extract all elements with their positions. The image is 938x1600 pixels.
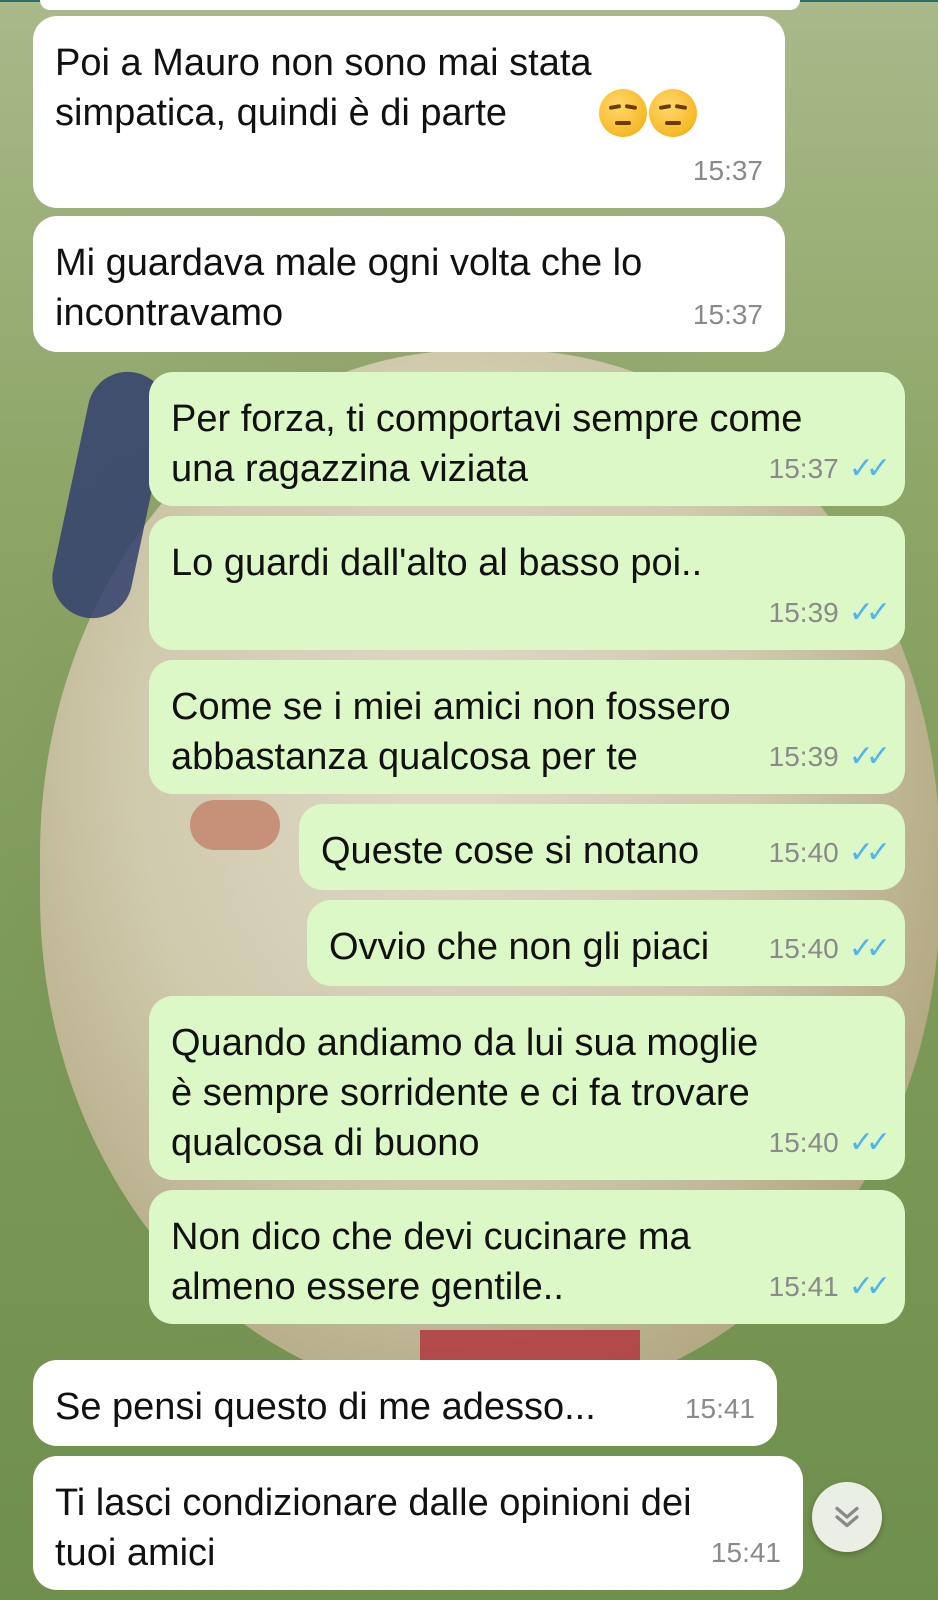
chevron-double-down-icon (835, 1506, 859, 1528)
message-bubble-incoming[interactable]: Se pensi questo di me adesso... 15:41 (33, 1360, 777, 1446)
read-receipt-icon: ✓✓ (848, 740, 891, 773)
message-bubble-outgoing[interactable]: Come se i miei amici non fossero abbasta… (149, 660, 905, 794)
message-meta: 15:39 ✓✓ (768, 732, 891, 782)
read-receipt-icon: ✓✓ (848, 452, 891, 485)
message-bubble-incoming[interactable]: Ti lasci condizionare dalle opinioni dei… (33, 1456, 803, 1590)
message-time: 15:37 (768, 453, 839, 484)
message-time: 15:40 (768, 837, 839, 868)
message-meta: 15:41 ✓✓ (768, 1262, 891, 1312)
message-meta: 15:37 (693, 146, 763, 196)
message-text: Ti lasci condizionare dalle opinioni dei… (55, 1482, 692, 1574)
message-meta: 15:39 ✓✓ (768, 588, 891, 638)
message-meta: 15:37 ✓✓ (768, 444, 891, 494)
previous-message-edge (0, 0, 938, 12)
message-time: 15:40 (768, 1127, 839, 1158)
message-text: Lo guardi dall'alto al basso poi.. (171, 542, 703, 584)
message-meta: 15:41 (685, 1384, 755, 1434)
message-bubble-outgoing[interactable]: Non dico che devi cucinare ma almeno ess… (149, 1190, 905, 1324)
read-receipt-icon: ✓✓ (848, 1270, 891, 1303)
message-meta: 15:40 ✓✓ (768, 924, 891, 974)
message-time: 15:37 (692, 299, 763, 330)
message-meta: 15:37 (693, 290, 763, 340)
message-text: Se pensi questo di me adesso... (55, 1386, 596, 1428)
message-meta: 15:40 ✓✓ (768, 1118, 891, 1168)
message-time: 15:37 (692, 155, 763, 186)
message-bubble-cutoff (40, 0, 800, 10)
emoji-group (597, 88, 697, 141)
message-bubble-incoming[interactable]: Poi a Mauro non sono mai stata simpatica… (33, 16, 785, 208)
message-bubble-outgoing[interactable]: Per forza, ti comportavi sempre come una… (149, 372, 905, 506)
message-text: Mi guardava male ogni volta che lo incon… (55, 242, 643, 334)
message-bubble-outgoing[interactable]: Queste cose si notano 15:40 ✓✓ (299, 804, 905, 890)
message-meta: 15:40 ✓✓ (768, 828, 891, 878)
message-time: 15:41 (684, 1393, 755, 1424)
read-receipt-icon: ✓✓ (848, 932, 891, 965)
message-time: 15:41 (710, 1537, 781, 1568)
message-time: 15:40 (768, 933, 839, 964)
message-time: 15:41 (768, 1271, 839, 1302)
message-time: 15:39 (768, 741, 839, 772)
unamused-face-emoji (649, 88, 697, 137)
read-receipt-icon: ✓✓ (848, 1126, 891, 1159)
unamused-face-emoji (599, 88, 647, 137)
message-bubble-incoming[interactable]: Mi guardava male ogni volta che lo incon… (33, 216, 785, 352)
message-meta: 15:41 (711, 1528, 781, 1578)
message-bubble-outgoing[interactable]: Lo guardi dall'alto al basso poi.. 15:39… (149, 516, 905, 650)
message-time: 15:39 (768, 597, 839, 628)
read-receipt-icon: ✓✓ (848, 596, 891, 629)
message-bubble-outgoing[interactable]: Ovvio che non gli piaci 15:40 ✓✓ (307, 900, 905, 986)
hand-image (190, 800, 280, 850)
message-bubble-outgoing[interactable]: Quando andiamo da lui sua moglie è sempr… (149, 996, 905, 1180)
scroll-to-bottom-button[interactable] (812, 1482, 882, 1552)
read-receipt-icon: ✓✓ (848, 836, 891, 869)
